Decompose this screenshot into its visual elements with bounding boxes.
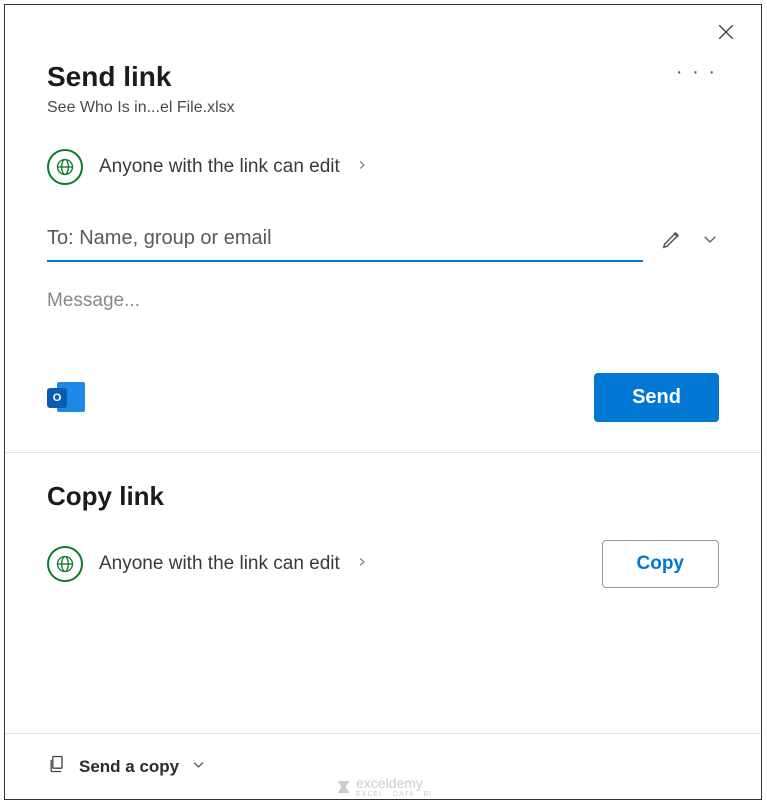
edit-permissions-button[interactable] [661, 228, 683, 255]
permission-dropdown-button[interactable] [701, 230, 719, 253]
close-button[interactable] [717, 23, 737, 43]
message-input[interactable] [47, 290, 719, 360]
recipient-row [47, 221, 719, 262]
link-permission-button[interactable]: Anyone with the link can edit [47, 149, 719, 185]
copy-link-section: Copy link Anyone with the link can edit [5, 453, 761, 626]
globe-icon [47, 546, 83, 582]
copy-permission-text: Anyone with the link can edit [99, 553, 340, 575]
outlook-icon: O [47, 378, 87, 418]
send-link-section: Send link See Who Is in...el File.xlsx ·… [5, 43, 761, 365]
copy-permission-button[interactable]: Anyone with the link can edit [47, 546, 368, 582]
close-icon [717, 23, 735, 41]
copy-file-icon [47, 754, 67, 779]
filename-label: See Who Is in...el File.xlsx [47, 99, 235, 117]
more-options-button[interactable]: · · · [676, 61, 719, 84]
dialog-title: Send link [47, 61, 235, 93]
send-button[interactable]: Send [594, 373, 719, 422]
send-row: O Send [5, 373, 761, 452]
globe-icon [47, 149, 83, 185]
recipient-input[interactable] [47, 221, 643, 262]
permission-text: Anyone with the link can edit [99, 156, 340, 178]
copy-button[interactable]: Copy [602, 540, 720, 588]
copy-row: Anyone with the link can edit Copy [47, 540, 719, 588]
share-dialog: Send link See Who Is in...el File.xlsx ·… [4, 4, 762, 800]
chevron-right-icon [356, 555, 368, 573]
chevron-down-icon [191, 757, 206, 777]
copy-link-title: Copy link [47, 481, 719, 512]
send-copy-button[interactable]: Send a copy [79, 757, 179, 777]
footer: Send a copy [5, 733, 761, 799]
close-bar [5, 5, 761, 43]
chevron-right-icon [356, 158, 368, 176]
